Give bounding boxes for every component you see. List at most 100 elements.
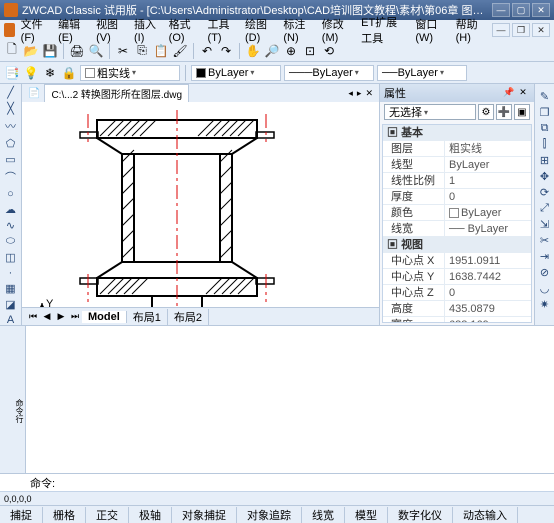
tab-first-icon[interactable]: ⏮ (26, 310, 40, 324)
block-icon[interactable]: ◫ (3, 251, 19, 264)
erase-icon[interactable]: ✎ (537, 88, 553, 104)
hatch-icon[interactable]: ▦ (3, 282, 19, 295)
fillet-icon[interactable]: ◡ (537, 280, 553, 296)
tab-last-icon[interactable]: ⏭ (68, 310, 82, 324)
status-lwt[interactable]: 线宽 (302, 507, 345, 523)
pickadd-icon[interactable]: ➕ (496, 104, 512, 120)
menu-window[interactable]: 窗口(W) (411, 14, 449, 46)
status-dyn[interactable]: 动态输入 (453, 507, 518, 523)
drawing-canvas[interactable]: X Y (22, 102, 379, 307)
matchprop-icon[interactable]: 🖌 (172, 43, 188, 59)
color-combo[interactable]: ByLayer (191, 65, 281, 81)
prop-center-y[interactable]: 1638.7442 (445, 269, 531, 284)
menu-view[interactable]: 视图(V) (92, 14, 128, 46)
tab-close-icon[interactable]: ✕ (365, 88, 373, 99)
tab-layout1[interactable]: 布局1 (127, 309, 168, 325)
prop-width[interactable]: 688.169 (445, 317, 531, 323)
tab-nav-left-icon[interactable]: ◂ (348, 88, 353, 99)
revcloud-icon[interactable]: ☁ (3, 203, 19, 216)
scale-icon[interactable]: ⤢ (537, 200, 553, 216)
minimize-button[interactable]: — (492, 3, 510, 17)
pan-icon[interactable]: ✋ (245, 43, 261, 59)
selectobj-icon[interactable]: ▣ (514, 104, 530, 120)
array-icon[interactable]: ⊞ (537, 152, 553, 168)
doc-restore-button[interactable]: ❐ (512, 23, 530, 37)
mirror-icon[interactable]: ⧉ (537, 120, 553, 136)
extend-icon[interactable]: ⇥ (537, 248, 553, 264)
paste-icon[interactable]: 📋 (153, 43, 169, 59)
status-model[interactable]: 模型 (345, 507, 388, 523)
document-tab[interactable]: C:\...2 转换图形所在图层.dwg (44, 84, 189, 102)
prop-color[interactable]: ByLayer (445, 205, 531, 220)
zoom-icon[interactable]: 🔎 (264, 43, 280, 59)
prop-lineweight[interactable]: ── ByLayer (445, 221, 531, 236)
tab-nav-right-icon[interactable]: ▸ (357, 88, 362, 99)
app-menu-icon[interactable] (4, 23, 15, 37)
polygon-icon[interactable]: ⬠ (3, 137, 19, 150)
spline-icon[interactable]: ∿ (3, 219, 19, 232)
menu-et[interactable]: ET扩展工具 (357, 12, 409, 48)
cut-icon[interactable]: ✂ (115, 43, 131, 59)
close-button[interactable]: ✕ (532, 3, 550, 17)
line-icon[interactable]: ╱ (3, 86, 19, 99)
lineweight-combo[interactable]: ── ByLayer (377, 65, 467, 81)
status-osnap[interactable]: 对象捕捉 (172, 507, 237, 523)
trim-icon[interactable]: ✂ (537, 232, 553, 248)
menu-format[interactable]: 格式(O) (165, 14, 202, 46)
save-icon[interactable]: 💾 (42, 43, 58, 59)
tab-next-icon[interactable]: ▶ (54, 310, 68, 324)
zoom-window-icon[interactable]: ⊡ (302, 43, 318, 59)
prop-thickness[interactable]: 0 (445, 189, 531, 204)
menu-draw[interactable]: 绘图(D) (241, 14, 277, 46)
xline-icon[interactable]: ╳ (3, 102, 19, 115)
command-input[interactable] (61, 477, 554, 489)
prop-layer[interactable]: 粗实线 (445, 141, 531, 156)
layer-combo[interactable]: 粗实线 (80, 65, 180, 81)
folder-icon[interactable]: 📂 (23, 43, 39, 59)
maximize-button[interactable]: ▢ (512, 3, 530, 17)
copy-icon[interactable]: ⎘ (134, 43, 150, 59)
status-snap[interactable]: 捕捉 (0, 507, 43, 523)
status-otrack[interactable]: 对象追踪 (237, 507, 302, 523)
panel-close-icon[interactable]: ✕ (516, 87, 530, 99)
offset-icon[interactable]: ⫿ (537, 136, 553, 152)
explode-icon[interactable]: ✷ (537, 296, 553, 312)
ellipse-icon[interactable]: ⬭ (3, 235, 19, 248)
stretch-icon[interactable]: ⇲ (537, 216, 553, 232)
copy2-icon[interactable]: ❐ (537, 104, 553, 120)
menu-file[interactable]: 文件(F) (17, 14, 52, 46)
zoom-prev-icon[interactable]: ⟲ (321, 43, 337, 59)
prop-ltscale[interactable]: 1 (445, 173, 531, 188)
doc-close-button[interactable]: ✕ (532, 23, 550, 37)
circle-icon[interactable]: ○ (3, 188, 19, 200)
prop-center-x[interactable]: 1951.0911 (445, 253, 531, 268)
prop-linetype[interactable]: ByLayer (445, 157, 531, 172)
prop-center-z[interactable]: 0 (445, 285, 531, 300)
region-icon[interactable]: ◪ (3, 298, 19, 311)
status-ortho[interactable]: 正交 (86, 507, 129, 523)
linetype-combo[interactable]: ─── ByLayer (284, 65, 374, 81)
rotate-icon[interactable]: ⟳ (537, 184, 553, 200)
tab-model[interactable]: Model (82, 311, 127, 323)
doc-minimize-button[interactable]: — (492, 23, 510, 37)
print-icon[interactable]: 🖨 (69, 43, 85, 59)
pline-icon[interactable]: 〰 (3, 118, 19, 134)
layer-manager-icon[interactable]: 📑 (4, 65, 20, 81)
status-tablet[interactable]: 数字化仪 (388, 507, 453, 523)
break-icon[interactable]: ⊘ (537, 264, 553, 280)
rect-icon[interactable]: ▭ (3, 153, 19, 166)
menu-help[interactable]: 帮助(H) (452, 14, 488, 46)
redo-icon[interactable]: ↷ (218, 43, 234, 59)
menu-tools[interactable]: 工具(T) (204, 14, 239, 46)
quickselect-icon[interactable]: ⚙ (478, 104, 494, 120)
move-icon[interactable]: ✥ (537, 168, 553, 184)
menu-modify[interactable]: 修改(M) (318, 14, 355, 46)
menu-edit[interactable]: 编辑(E) (54, 14, 90, 46)
prop-height[interactable]: 435.0879 (445, 301, 531, 316)
layer-off-icon[interactable]: 💡 (23, 65, 39, 81)
arc-icon[interactable]: ⌒ (3, 169, 19, 185)
menu-dim[interactable]: 标注(N) (279, 14, 315, 46)
point-icon[interactable]: · (3, 267, 19, 279)
panel-pin-icon[interactable]: 📌 (502, 87, 516, 99)
undo-icon[interactable]: ↶ (199, 43, 215, 59)
